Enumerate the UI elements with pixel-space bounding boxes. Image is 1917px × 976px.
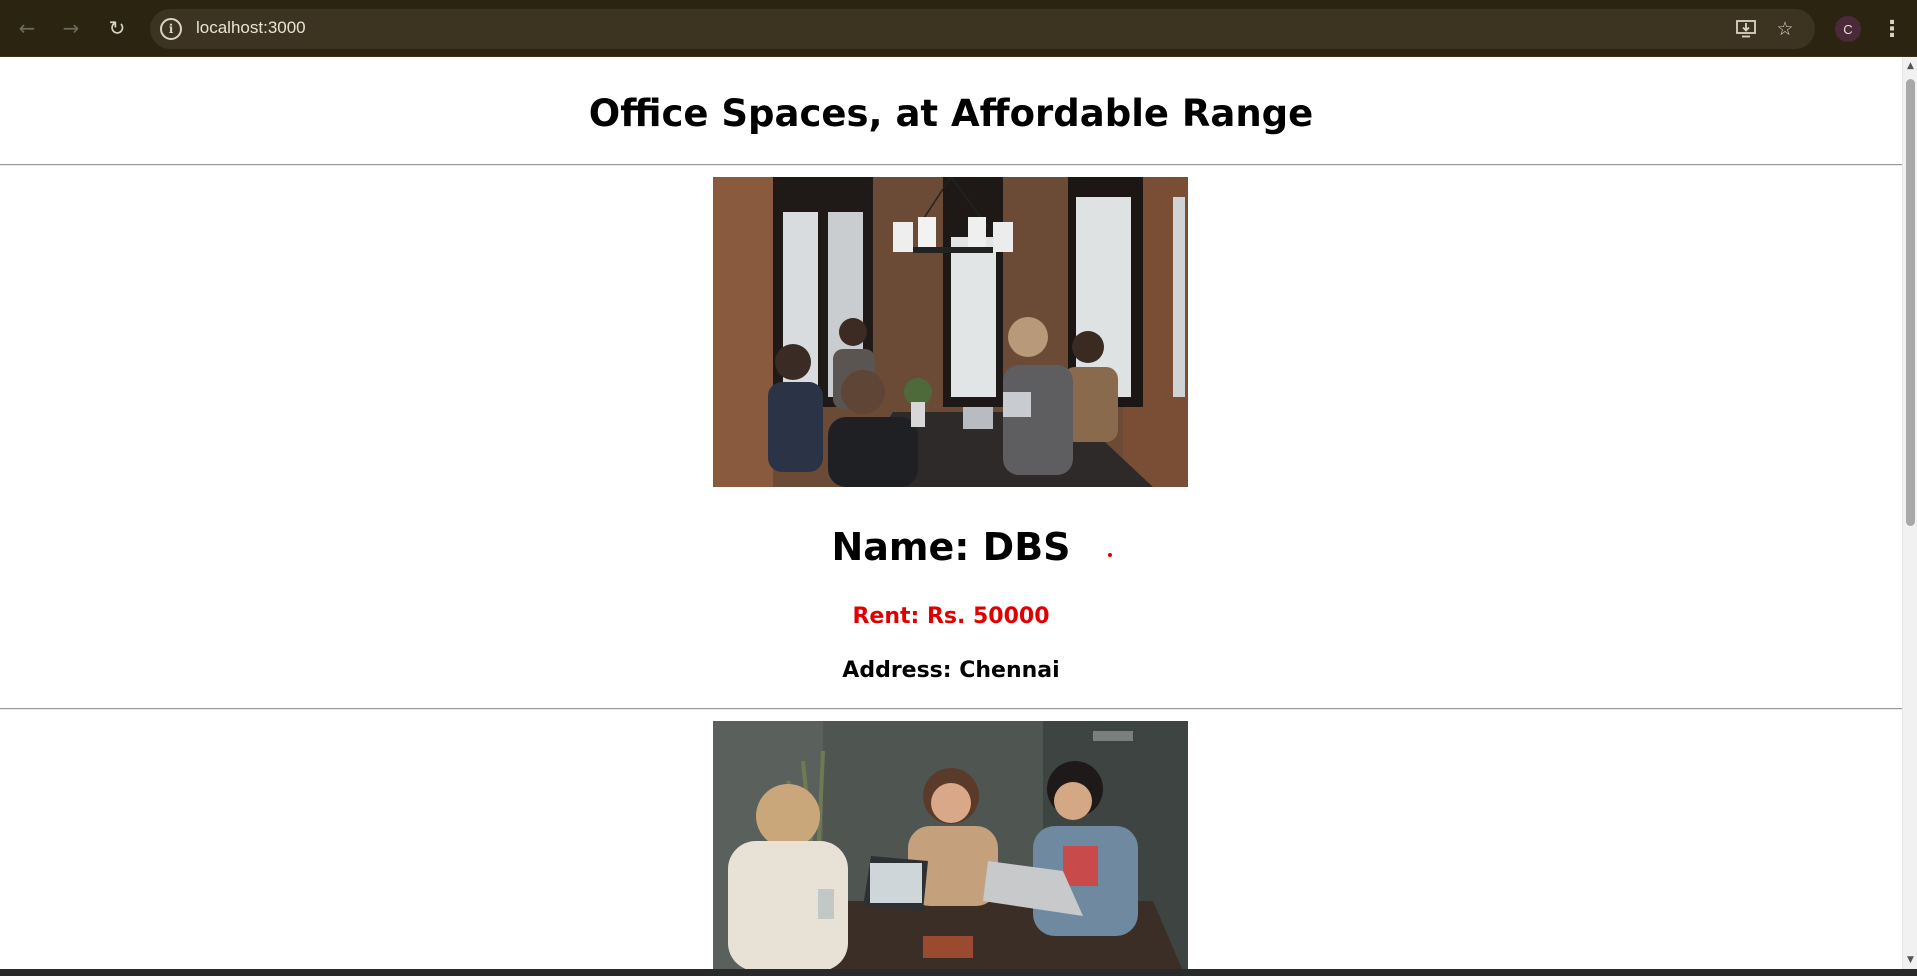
arrow-left-icon: ← xyxy=(18,16,36,40)
url-text[interactable]: localhost:3000 xyxy=(196,18,306,38)
more-vertical-icon[interactable]: ⋮ xyxy=(1881,14,1903,44)
page-scrollbar[interactable]: ▲ ▼ xyxy=(1902,57,1917,969)
office-meeting-photo xyxy=(713,177,1188,487)
red-dot-marker xyxy=(1108,553,1112,557)
back-button[interactable]: ← xyxy=(12,13,42,43)
office-rent: Rent: Rs. 50000 xyxy=(852,604,1050,629)
browser-toolbar: ← → ↻ i localhost:3000 ☆ C ⋮ xyxy=(0,0,1917,57)
star-icon[interactable]: ☆ xyxy=(1773,17,1797,41)
scroll-down-icon[interactable]: ▼ xyxy=(1903,953,1917,967)
install-app-icon-graphic xyxy=(1736,20,1756,38)
reload-button[interactable]: ↻ xyxy=(102,13,132,43)
address-bar[interactable]: i localhost:3000 ☆ xyxy=(150,9,1815,49)
info-icon[interactable]: i xyxy=(160,18,182,40)
arrow-right-icon: → xyxy=(62,16,80,40)
cafe-chat-photo xyxy=(713,721,1188,969)
window-bottom-edge xyxy=(0,969,1917,976)
divider xyxy=(0,708,1902,710)
scrollbar-thumb[interactable] xyxy=(1906,79,1915,526)
office-name: Name: DBS xyxy=(831,525,1071,569)
scroll-up-icon[interactable]: ▲ xyxy=(1903,59,1917,73)
office-image xyxy=(713,177,1188,487)
forward-button[interactable]: → xyxy=(56,13,86,43)
install-app-icon[interactable] xyxy=(1734,17,1758,41)
reload-icon: ↻ xyxy=(108,16,126,40)
page-title: Office Spaces, at Affordable Range xyxy=(588,92,1314,135)
page-viewport: Office Spaces, at Affordable Range Name:… xyxy=(0,57,1902,969)
office-address: Address: Chennai xyxy=(842,658,1060,683)
divider xyxy=(0,164,1902,166)
profile-avatar[interactable]: C xyxy=(1835,16,1861,42)
office-image xyxy=(713,721,1188,969)
